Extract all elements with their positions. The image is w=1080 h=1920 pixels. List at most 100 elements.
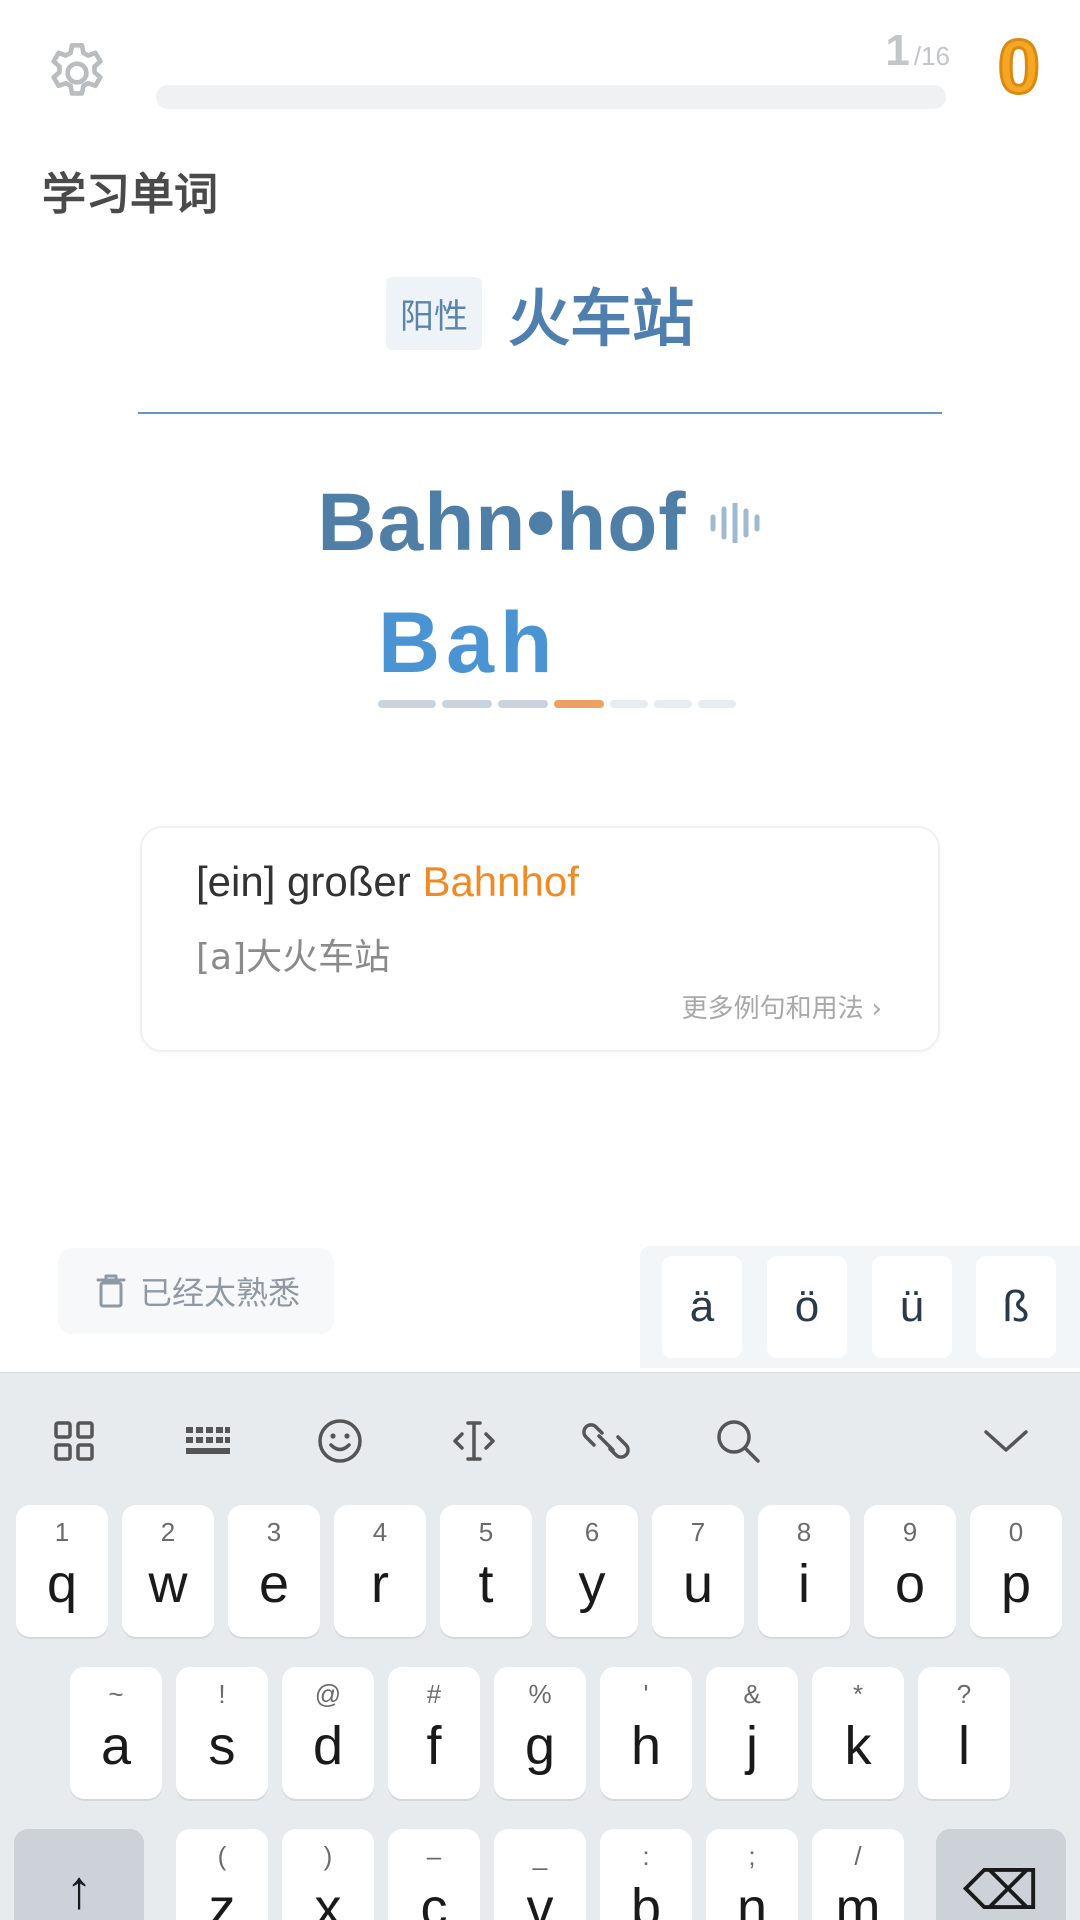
audio-button[interactable] [709, 493, 763, 553]
progress-counter: 1/16 [885, 26, 950, 76]
key-e[interactable]: 3e [228, 1505, 320, 1637]
letter-slot-current [554, 700, 604, 708]
kb-tool-layout[interactable] [178, 1411, 238, 1471]
word-row: Bahn•hof [0, 476, 1080, 570]
key-alt: ( [217, 1841, 227, 1871]
special-key-u-umlaut[interactable]: ü [872, 1256, 952, 1358]
key-label: g [524, 1716, 556, 1776]
special-key-eszett[interactable]: ß [976, 1256, 1056, 1358]
key-q[interactable]: 1q [16, 1505, 108, 1637]
key-r[interactable]: 4r [334, 1505, 426, 1637]
keyboard-icon [186, 1427, 230, 1454]
key-label: e [258, 1554, 290, 1614]
kb-tool-clipboard[interactable] [576, 1411, 636, 1471]
key-label: f [426, 1716, 442, 1776]
kb-tool-collapse[interactable] [976, 1411, 1036, 1471]
kb-tool-cursor[interactable] [444, 1411, 504, 1471]
gender-badge: 阳性 [385, 276, 482, 350]
kb-tool-search[interactable] [708, 1411, 768, 1471]
key-h[interactable]: ' h [600, 1667, 692, 1799]
letter-slot [610, 700, 648, 708]
key-alt: ' [643, 1679, 649, 1709]
divider [138, 412, 942, 414]
example-card[interactable]: [ein] großer Bahnhof [a]大火车站 更多例句和用法 › [140, 826, 940, 1052]
key-label: q [46, 1554, 78, 1614]
key-l[interactable]: ? l [918, 1667, 1010, 1799]
key-z[interactable]: (z [176, 1829, 268, 1920]
more-usage-link[interactable]: 更多例句和用法 › [682, 988, 882, 1025]
letter-slots [378, 700, 736, 708]
key-u[interactable]: 7u [652, 1505, 744, 1637]
key-label: j [746, 1716, 758, 1776]
key-f[interactable]: # f [388, 1667, 480, 1799]
key-label: a [100, 1716, 132, 1776]
more-usage-label: 更多例句和用法 [681, 994, 864, 1024]
chevron-right-icon: › [871, 994, 882, 1024]
example-sentence: [ein] großer Bahnhof [196, 858, 579, 906]
sound-wave-icon [710, 503, 760, 543]
key-g[interactable]: % g [494, 1667, 586, 1799]
key-label: u [682, 1554, 714, 1614]
kb-tool-emoji[interactable] [310, 1411, 370, 1471]
typed-answer[interactable]: Bah [378, 600, 558, 686]
key-label: k [844, 1716, 872, 1776]
score-counter: 0 [996, 25, 1041, 110]
key-label: b [630, 1878, 662, 1920]
key-label: l [958, 1716, 970, 1776]
key-alt: 1 [54, 1517, 70, 1547]
key-alt: 6 [584, 1517, 600, 1547]
key-m[interactable]: / m [812, 1829, 904, 1920]
key-j[interactable]: & j [706, 1667, 798, 1799]
key-label: n [736, 1878, 768, 1920]
key-v[interactable]: _ v [494, 1829, 586, 1920]
key-alt: ~ [108, 1679, 124, 1709]
key-b[interactable]: :b [600, 1829, 692, 1920]
key-alt: 5 [478, 1517, 494, 1547]
key-label: i [798, 1554, 810, 1614]
chevron-down-icon [984, 1430, 1028, 1452]
key-alt: ? [956, 1679, 972, 1709]
key-d[interactable]: @ d [282, 1667, 374, 1799]
settings-button[interactable] [38, 34, 116, 112]
delete-key[interactable]: ⌫ [936, 1829, 1066, 1920]
meaning-row: 阳性 火车站 [0, 268, 1080, 358]
key-p[interactable]: 0p [970, 1505, 1062, 1637]
key-t[interactable]: 5t [440, 1505, 532, 1637]
example-highlight: Bahnhof [422, 858, 579, 905]
key-label: y [578, 1554, 606, 1614]
gear-icon [51, 42, 103, 96]
key-label: r [371, 1554, 389, 1614]
key-o[interactable]: 9o [864, 1505, 956, 1637]
key-alt: 8 [796, 1517, 812, 1547]
key-k[interactable]: * k [812, 1667, 904, 1799]
key-s[interactable]: ! s [176, 1667, 268, 1799]
special-key-a-umlaut[interactable]: ä [662, 1256, 742, 1358]
key-label: v [526, 1878, 554, 1920]
progress-current: 1 [885, 26, 910, 75]
too-familiar-button[interactable]: 已经太熟悉 [58, 1248, 334, 1334]
kb-tool-apps[interactable] [44, 1411, 104, 1471]
key-n[interactable]: ; n [706, 1829, 798, 1920]
letter-slot [698, 700, 736, 708]
shift-icon: ↑ [65, 1860, 93, 1920]
special-key-o-umlaut[interactable]: ö [767, 1256, 847, 1358]
key-w[interactable]: 2w [122, 1505, 214, 1637]
key-alt: 9 [902, 1517, 918, 1547]
letter-slot [498, 700, 548, 708]
letter-slot [378, 700, 436, 708]
key-x[interactable]: ) x [282, 1829, 374, 1920]
key-y[interactable]: 6y [546, 1505, 638, 1637]
shift-key[interactable]: ↑ [14, 1829, 144, 1920]
german-word: Bahn•hof [317, 477, 687, 568]
key-alt: 2 [160, 1517, 176, 1547]
key-label: t [478, 1554, 494, 1614]
key-label: h [630, 1716, 662, 1776]
key-a[interactable]: ~ a [70, 1667, 162, 1799]
trash-icon [96, 1274, 126, 1308]
key-i[interactable]: 8i [758, 1505, 850, 1637]
key-alt: 7 [690, 1517, 706, 1547]
letter-slot [654, 700, 692, 708]
key-alt: 4 [372, 1517, 388, 1547]
special-char-bar: ä ö ü ß [640, 1246, 1080, 1368]
key-c[interactable]: – c [388, 1829, 480, 1920]
